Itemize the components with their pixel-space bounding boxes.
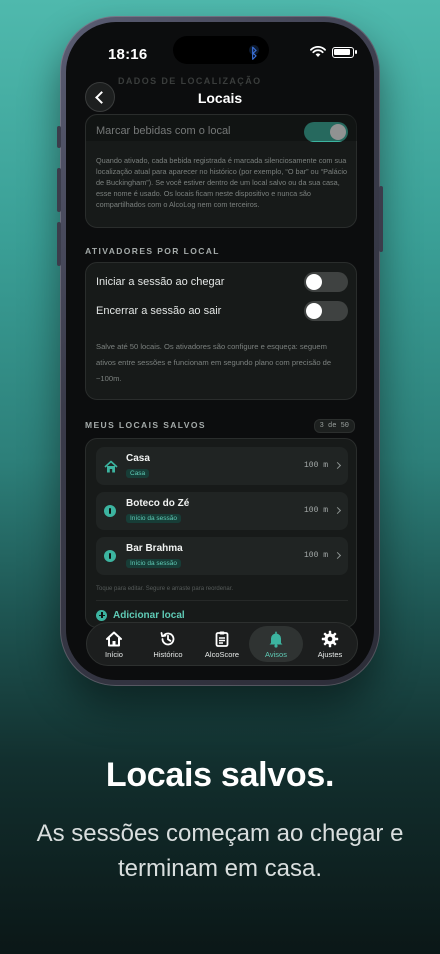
tab-label: Histórico bbox=[153, 649, 183, 659]
tag-drinks-description: Quando ativado, cada bebida registrada é… bbox=[96, 156, 348, 209]
tab-avisos[interactable]: Avisos bbox=[249, 626, 303, 662]
location-row[interactable]: Bar Brahma Início da sessão 100 m bbox=[96, 537, 348, 575]
plus-circle-icon bbox=[96, 609, 107, 621]
location-row[interactable]: Boteco do Zé Início da sessão 100 m bbox=[96, 492, 348, 530]
saved-locations-card: Casa Casa 100 m Boteco do Zé Início da s… bbox=[85, 438, 357, 628]
divider bbox=[96, 600, 348, 601]
toggle-knob bbox=[306, 303, 322, 319]
status-icons bbox=[310, 46, 357, 58]
status-bar: 18:16 ᛒ bbox=[66, 22, 374, 70]
tab-label: Avisos bbox=[265, 649, 287, 659]
location-tag: Início da sessão bbox=[126, 559, 181, 568]
triggers-description: Salve até 50 locais. Os ativadores são c… bbox=[96, 342, 332, 383]
marketing-subline: As sessões começam ao chegar e terminam … bbox=[36, 820, 404, 882]
location-name: Casa bbox=[126, 453, 150, 464]
tab-label: AlcoScore bbox=[204, 649, 240, 659]
house-icon bbox=[104, 460, 118, 473]
phone-volume-down-button bbox=[57, 222, 61, 266]
location-name: Boteco do Zé bbox=[126, 498, 190, 509]
gear-icon bbox=[321, 630, 339, 647]
battery-icon bbox=[332, 46, 357, 58]
tab-bar: Início Histórico AlcoScore Avisos Ajuste… bbox=[86, 622, 358, 666]
add-location-button[interactable]: Adicionar local bbox=[96, 608, 185, 622]
pin-icon bbox=[104, 550, 118, 564]
location-tag: Início da sessão bbox=[126, 514, 181, 523]
bluetooth-icon: ᛒ bbox=[250, 45, 259, 61]
start-session-toggle[interactable] bbox=[304, 272, 348, 292]
end-session-label: Encerrar a sessão ao sair bbox=[96, 305, 222, 317]
toggle-knob bbox=[306, 274, 322, 290]
status-time: 18:16 bbox=[108, 46, 148, 63]
start-session-label: Iniciar a sessão ao chegar bbox=[96, 276, 225, 288]
phone-screen: 18:16 ᛒ DADOS DE LOCALIZAÇÃO Locais Marc… bbox=[66, 22, 374, 680]
location-name: Bar Brahma bbox=[126, 543, 183, 554]
triggers-card: Iniciar a sessão ao chegar Encerrar a se… bbox=[85, 262, 357, 400]
marketing-headline: Locais salvos. bbox=[105, 756, 335, 794]
add-location-label: Adicionar local bbox=[113, 609, 185, 621]
chevron-right-icon bbox=[333, 461, 342, 470]
location-radius: 100 m bbox=[303, 506, 328, 515]
settings-content[interactable]: DADOS DE LOCALIZAÇÃO Locais Marcar bebid… bbox=[66, 70, 374, 630]
tab-ajustes[interactable]: Ajustes bbox=[303, 623, 357, 665]
edit-hint: Toque para editar. Segure e arraste para… bbox=[96, 586, 234, 592]
phone-power-button bbox=[379, 186, 383, 252]
tab-label: Ajustes bbox=[317, 649, 343, 659]
wifi-icon bbox=[310, 46, 326, 57]
location-radius: 100 m bbox=[303, 551, 328, 560]
saved-locations-count-badge: 3 de 50 bbox=[313, 419, 355, 433]
page-title: Locais bbox=[197, 90, 243, 106]
end-session-toggle[interactable] bbox=[304, 301, 348, 321]
clipboard-icon bbox=[215, 631, 229, 647]
location-radius: 100 m bbox=[303, 461, 328, 470]
location-tag: Casa bbox=[126, 469, 150, 478]
scroll-fade-overlay bbox=[86, 115, 358, 141]
phone-volume-up-button bbox=[57, 168, 61, 212]
navigation-bar: DADOS DE LOCALIZAÇÃO Locais bbox=[66, 76, 374, 116]
location-row[interactable]: Casa Casa 100 m bbox=[96, 447, 348, 485]
tab-inicio[interactable]: Início bbox=[87, 623, 141, 665]
tab-label: Início bbox=[105, 649, 123, 659]
history-icon bbox=[160, 631, 175, 645]
phone-action-button bbox=[57, 126, 61, 148]
tab-alcoscore[interactable]: AlcoScore bbox=[195, 623, 249, 665]
chevron-right-icon bbox=[333, 506, 342, 515]
bell-icon bbox=[269, 631, 283, 648]
triggers-section-title: ATIVADORES POR LOCAL bbox=[85, 246, 220, 256]
tab-historico[interactable]: Histórico bbox=[141, 623, 195, 665]
location-tracking-card: Marcar bebidas com o local Quando ativad… bbox=[85, 114, 358, 228]
faded-section-title: DADOS DE LOCALIZAÇÃO bbox=[118, 76, 262, 86]
home-icon bbox=[106, 631, 122, 646]
saved-locations-section-title: MEUS LOCAIS SALVOS bbox=[85, 420, 206, 430]
chevron-right-icon bbox=[333, 551, 342, 560]
pin-icon bbox=[104, 505, 118, 519]
